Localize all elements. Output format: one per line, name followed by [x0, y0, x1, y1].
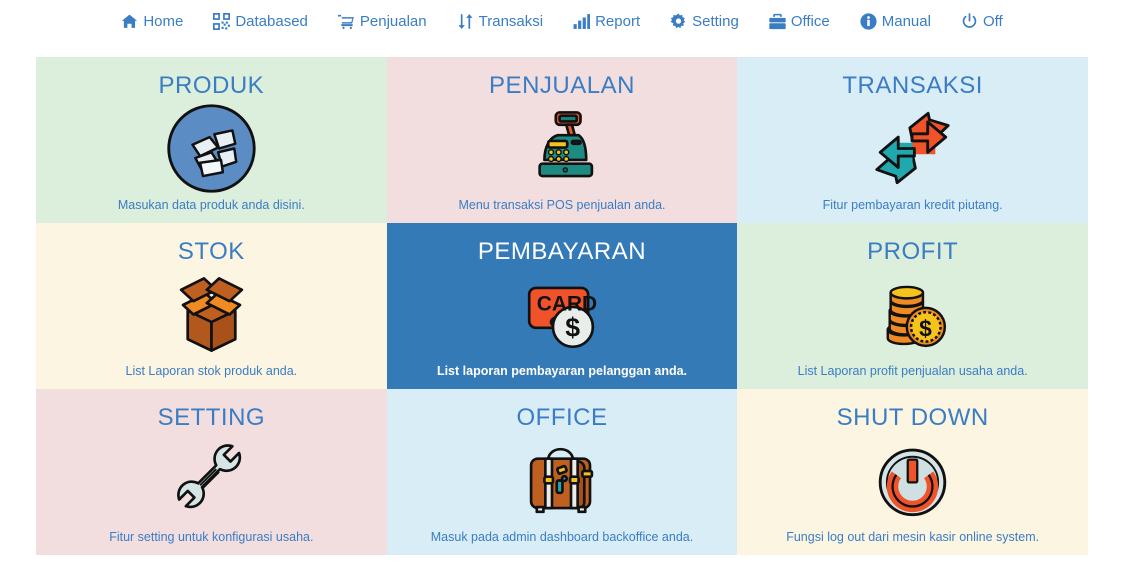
bar-chart-icon — [573, 13, 591, 30]
card-pembayaran[interactable]: PEMBAYARAN CARD $ List laporan pembayara… — [386, 223, 738, 389]
nav-label: Transaksi — [478, 13, 544, 30]
cash-register-icon — [387, 99, 738, 198]
card-office[interactable]: OFFICE Masuk pada admin dashboard backof… — [386, 389, 738, 555]
card-title: TRANSAKSI — [842, 72, 983, 99]
card-shut-down[interactable]: SHUT DOWN Fungsi log out dari mesin kasi… — [737, 389, 1088, 555]
nav-item-transaksi[interactable]: Transaksi — [442, 10, 558, 33]
nav-item-setting[interactable]: Setting — [655, 10, 754, 33]
shopping-cart-icon — [337, 13, 355, 30]
power-button-icon — [737, 431, 1088, 530]
card-title: PEMBAYARAN — [477, 238, 647, 265]
nav-item-off[interactable]: Off — [946, 10, 1018, 33]
card-stok[interactable]: STOK List Laporan stok produk anda. — [36, 223, 387, 389]
main-navbar: Home Databased Penjualan Transaksi Repor… — [0, 0, 1124, 39]
card-description: Masukan data produk anda disini. — [117, 198, 305, 212]
card-title: STOK — [177, 238, 245, 265]
qrcode-icon — [213, 13, 231, 30]
card-title: PENJUALAN — [489, 72, 635, 99]
nav-item-penjualan[interactable]: Penjualan — [323, 10, 442, 33]
suitcase-icon — [387, 431, 738, 530]
card-description: Masuk pada admin dashboard backoffice an… — [430, 530, 694, 544]
nav-label: Off — [982, 13, 1003, 30]
power-icon — [961, 13, 978, 30]
card-description: Fitur setting untuk konfigurasi usaha. — [109, 530, 314, 544]
card-description: List Laporan stok produk anda. — [125, 364, 298, 378]
exchange-vertical-icon — [457, 13, 474, 30]
nav-item-home[interactable]: Home — [106, 10, 198, 33]
info-circle-icon — [860, 13, 877, 30]
credit-card-coin-icon: CARD $ — [387, 265, 738, 364]
exchange-arrows-icon — [737, 99, 1088, 198]
nav-label: Databased — [235, 13, 308, 30]
wrench-icon — [36, 431, 387, 530]
nav-label: Report — [595, 13, 641, 30]
svg-text:$: $ — [566, 313, 581, 343]
card-description: List laporan pembayaran pelanggan anda. — [436, 364, 688, 378]
nav-item-databased[interactable]: Databased — [198, 10, 323, 33]
nav-item-office[interactable]: Office — [754, 10, 845, 33]
home-icon — [121, 13, 138, 30]
nav-item-manual[interactable]: Manual — [845, 10, 946, 33]
dashboard-card-grid: PRODUK Masukan data produk anda disini. … — [36, 57, 1088, 555]
nav-label: Home — [143, 13, 184, 30]
gear-icon — [670, 13, 687, 30]
nav-label: Manual — [881, 13, 931, 30]
card-title: OFFICE — [516, 404, 608, 431]
card-title: PRODUK — [158, 72, 265, 99]
card-description: List Laporan profit penjualan usaha anda… — [797, 364, 1028, 378]
card-produk[interactable]: PRODUK Masukan data produk anda disini. — [36, 57, 387, 223]
card-setting[interactable]: SETTING Fitur setting untuk konfigurasi … — [36, 389, 387, 555]
nav-label: Office — [790, 13, 830, 30]
nav-label: Penjualan — [359, 13, 427, 30]
card-description: Menu transaksi POS penjualan anda. — [458, 198, 666, 212]
card-penjualan[interactable]: PENJUALAN Menu transaksi POS penjualan a… — [386, 57, 738, 223]
card-description: Fitur pembayaran kredit piutang. — [822, 198, 1003, 212]
coin-stack-icon: $ — [737, 265, 1088, 364]
card-title: PROFIT — [867, 238, 959, 265]
product-box-icon — [36, 99, 387, 198]
card-title: SHUT DOWN — [836, 404, 989, 431]
card-description: Fungsi log out dari mesin kasir online s… — [786, 530, 1040, 544]
card-transaksi[interactable]: TRANSAKSI Fitur pembayaran kredit piutan… — [737, 57, 1088, 223]
svg-text:$: $ — [919, 316, 932, 342]
briefcase-icon — [769, 13, 786, 30]
card-title: SETTING — [157, 404, 266, 431]
nav-item-report[interactable]: Report — [558, 10, 655, 33]
cardboard-box-icon — [36, 265, 387, 364]
card-profit[interactable]: PROFIT $ List Laporan profit penjualan u… — [737, 223, 1088, 389]
nav-label: Setting — [692, 13, 739, 30]
